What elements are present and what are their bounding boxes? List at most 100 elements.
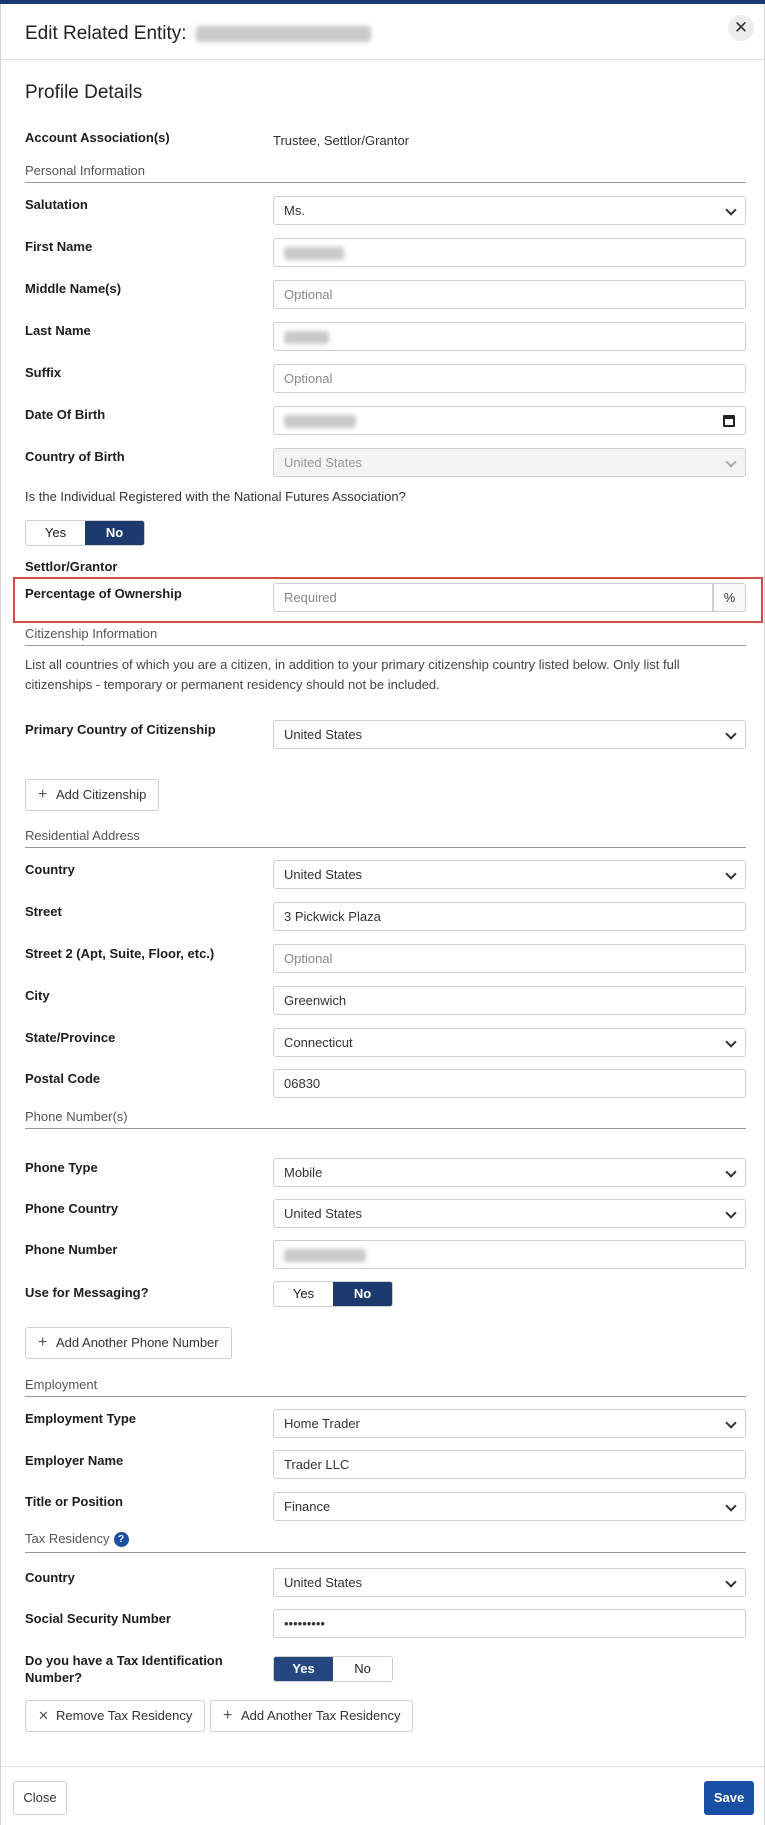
title-position-select[interactable]: Finance xyxy=(273,1492,746,1521)
redacted-dob xyxy=(284,415,356,429)
employment-type-label: Employment Type xyxy=(25,1411,137,1426)
nfa-question: Is the Individual Registered with the Na… xyxy=(25,489,406,504)
tin-no-option[interactable]: No xyxy=(333,1657,392,1681)
last-name-field[interactable] xyxy=(273,322,746,351)
tax-country-value: United States xyxy=(284,1575,363,1590)
suffix-placeholder: Optional xyxy=(284,371,333,386)
country-of-birth-select: United States xyxy=(273,448,746,477)
help-icon[interactable]: ? xyxy=(113,1532,129,1547)
modal-title-text: Edit Related Entity: xyxy=(25,23,187,44)
suffix-field[interactable]: Optional xyxy=(273,364,746,393)
tin-question-line-1: Do you have a Tax Identification xyxy=(25,1653,223,1668)
citizenship-note: List all countries of which you are a ci… xyxy=(25,657,680,692)
section-divider xyxy=(25,847,746,848)
account-association-value: Trustee, Settlor/Grantor xyxy=(273,133,410,148)
street-field[interactable]: 3 Pickwick Plaza xyxy=(273,902,746,931)
phone-number-field[interactable] xyxy=(273,1240,746,1269)
save-button[interactable]: Save xyxy=(704,1781,754,1815)
redacted-entity-name xyxy=(195,25,371,42)
add-phone-button[interactable]: + Add Another Phone Number xyxy=(25,1327,232,1359)
dob-field[interactable] xyxy=(273,406,746,435)
phone-type-select[interactable]: Mobile xyxy=(273,1158,746,1187)
phone-country-select[interactable]: United States xyxy=(273,1199,746,1228)
add-tax-residency-button[interactable]: + Add Another Tax Residency xyxy=(210,1700,414,1732)
section-divider xyxy=(25,1552,746,1553)
plus-icon: + xyxy=(38,786,48,803)
street2-field[interactable]: Optional xyxy=(273,944,746,973)
postal-code-field[interactable]: 06830 xyxy=(273,1069,746,1098)
city-label: City xyxy=(25,988,50,1003)
settlor-grantor-section-title: Settlor/Grantor xyxy=(25,559,118,574)
city-field[interactable]: Greenwich xyxy=(273,986,746,1015)
phone-number-label: Phone Number xyxy=(25,1242,118,1257)
tin-question: Do you have a Tax Identification Number? xyxy=(25,1652,223,1686)
calendar-icon[interactable] xyxy=(723,415,735,427)
street2-placeholder: Optional xyxy=(284,951,333,966)
section-divider xyxy=(25,1396,746,1397)
address-country-label: Country xyxy=(25,862,75,877)
title-position-value: Finance xyxy=(284,1499,331,1514)
employment-type-value: Home Trader xyxy=(284,1416,360,1431)
country-of-birth-value: United States xyxy=(284,455,363,470)
personal-info-section-title: Personal Information xyxy=(25,163,145,178)
plus-icon: + xyxy=(223,1707,233,1724)
close-button[interactable]: Close xyxy=(13,1781,67,1815)
phone-type-label: Phone Type xyxy=(25,1160,98,1175)
salutation-select[interactable]: Ms. xyxy=(273,196,746,225)
employer-name-field[interactable]: Trader LLC xyxy=(273,1450,746,1479)
state-label: State/Province xyxy=(25,1030,116,1045)
last-name-label: Last Name xyxy=(25,323,91,338)
add-citizenship-button[interactable]: + Add Citizenship xyxy=(25,779,160,811)
first-name-label: First Name xyxy=(25,239,93,254)
plus-icon: + xyxy=(38,1334,48,1351)
remove-tax-residency-label: Remove Tax Residency xyxy=(56,1708,193,1723)
close-icon[interactable]: ✕ xyxy=(728,15,754,41)
messaging-label: Use for Messaging? xyxy=(25,1285,149,1300)
tin-question-line-2: Number? xyxy=(25,1670,83,1685)
tax-residency-title-text: Tax Residency xyxy=(25,1531,110,1546)
nfa-yes-option[interactable]: Yes xyxy=(26,521,85,545)
title-position-label: Title or Position xyxy=(25,1494,123,1509)
employer-name-value: Trader LLC xyxy=(284,1457,350,1472)
profile-details-heading: Profile Details xyxy=(25,82,143,103)
redacted-first-name xyxy=(284,247,344,261)
state-select[interactable]: Connecticut xyxy=(273,1028,746,1057)
salutation-label: Salutation xyxy=(25,197,88,212)
tax-residency-section-title: Tax Residency? xyxy=(25,1531,129,1547)
primary-citizenship-select[interactable]: United States xyxy=(273,720,746,749)
remove-tax-residency-button[interactable]: ✕ Remove Tax Residency xyxy=(25,1700,206,1732)
employment-type-select[interactable]: Home Trader xyxy=(273,1409,746,1438)
section-divider xyxy=(25,182,746,183)
add-phone-label: Add Another Phone Number xyxy=(56,1335,219,1350)
tin-yes-option[interactable]: Yes xyxy=(274,1657,333,1681)
redacted-last-name xyxy=(284,331,329,345)
messaging-yes-option[interactable]: Yes xyxy=(274,1282,333,1306)
address-country-select[interactable]: United States xyxy=(273,860,746,889)
ssn-field[interactable]: ••••••••• xyxy=(273,1609,746,1638)
suffix-label: Suffix xyxy=(25,365,62,380)
postal-code-value: 06830 xyxy=(284,1076,321,1091)
country-of-birth-label: Country of Birth xyxy=(25,449,125,464)
nfa-toggle: Yes No xyxy=(25,520,145,546)
dob-label: Date Of Birth xyxy=(25,407,106,422)
citizenship-section-title: Citizenship Information xyxy=(25,626,158,641)
address-country-value: United States xyxy=(284,867,363,882)
tax-country-label: Country xyxy=(25,1570,75,1585)
nfa-no-option[interactable]: No xyxy=(85,521,144,545)
add-tax-residency-label: Add Another Tax Residency xyxy=(241,1708,401,1723)
redacted-phone-number xyxy=(284,1249,366,1263)
phone-country-value: United States xyxy=(284,1206,363,1221)
modal-title: Edit Related Entity: xyxy=(25,23,371,45)
tax-country-select[interactable]: United States xyxy=(273,1568,746,1597)
first-name-field[interactable] xyxy=(273,238,746,267)
account-association-label: Account Association(s) xyxy=(25,130,170,145)
residential-address-section-title: Residential Address xyxy=(25,828,140,843)
ownership-highlight-box xyxy=(13,577,763,623)
middle-name-field[interactable]: Optional xyxy=(273,280,746,309)
messaging-no-option[interactable]: No xyxy=(333,1282,392,1306)
phone-type-value: Mobile xyxy=(284,1165,323,1180)
phone-section-title: Phone Number(s) xyxy=(25,1109,128,1124)
city-value: Greenwich xyxy=(284,993,347,1008)
postal-code-label: Postal Code xyxy=(25,1071,101,1086)
messaging-toggle: Yes No xyxy=(273,1281,393,1307)
